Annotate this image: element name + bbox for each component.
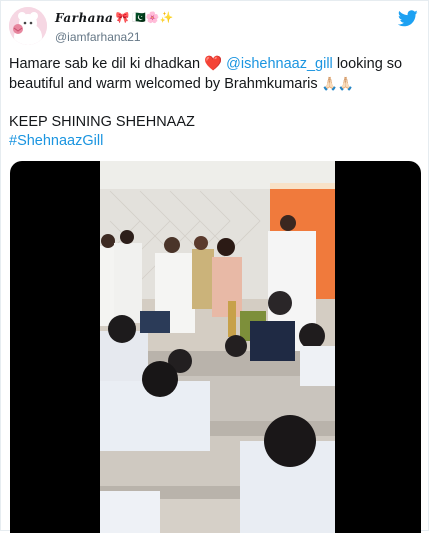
mention-link[interactable]: @ishehnaaz_gill — [226, 56, 333, 72]
tweet-line-2: KEEP SHINING SHEHNAAZ — [9, 114, 195, 130]
pray-emoji: 🙏🏻🙏🏻 — [321, 76, 355, 91]
tweet-card: Farhana 🎀 🇵🇰🌸✨ @iamfarhana21 Hamare sab k… — [0, 0, 429, 533]
avatar[interactable] — [9, 7, 47, 45]
hashtag-link[interactable]: #ShehnaazGill — [9, 133, 103, 149]
display-name[interactable]: Farhana — [55, 11, 113, 25]
avatar-icon — [9, 7, 47, 45]
video-still-image — [100, 161, 335, 533]
tweet-header: Farhana 🎀 🇵🇰🌸✨ @iamfarhana21 — [9, 7, 420, 47]
tweet-text-part: Hamare sab ke dil ki dhadkan — [9, 56, 201, 72]
media-video[interactable] — [10, 161, 421, 533]
tweet-text: Hamare sab ke dil ki dhadkan ❤️ @ishehna… — [9, 55, 418, 151]
name-emoji: 🎀 🇵🇰🌸✨ — [115, 12, 174, 24]
user-handle[interactable]: @iamfarhana21 — [55, 30, 173, 44]
video-frame — [100, 161, 335, 533]
author-name-block: Farhana 🎀 🇵🇰🌸✨ @iamfarhana21 — [55, 9, 173, 44]
heart-emoji: ❤️ — [204, 56, 223, 72]
twitter-bird-icon[interactable] — [398, 10, 418, 27]
